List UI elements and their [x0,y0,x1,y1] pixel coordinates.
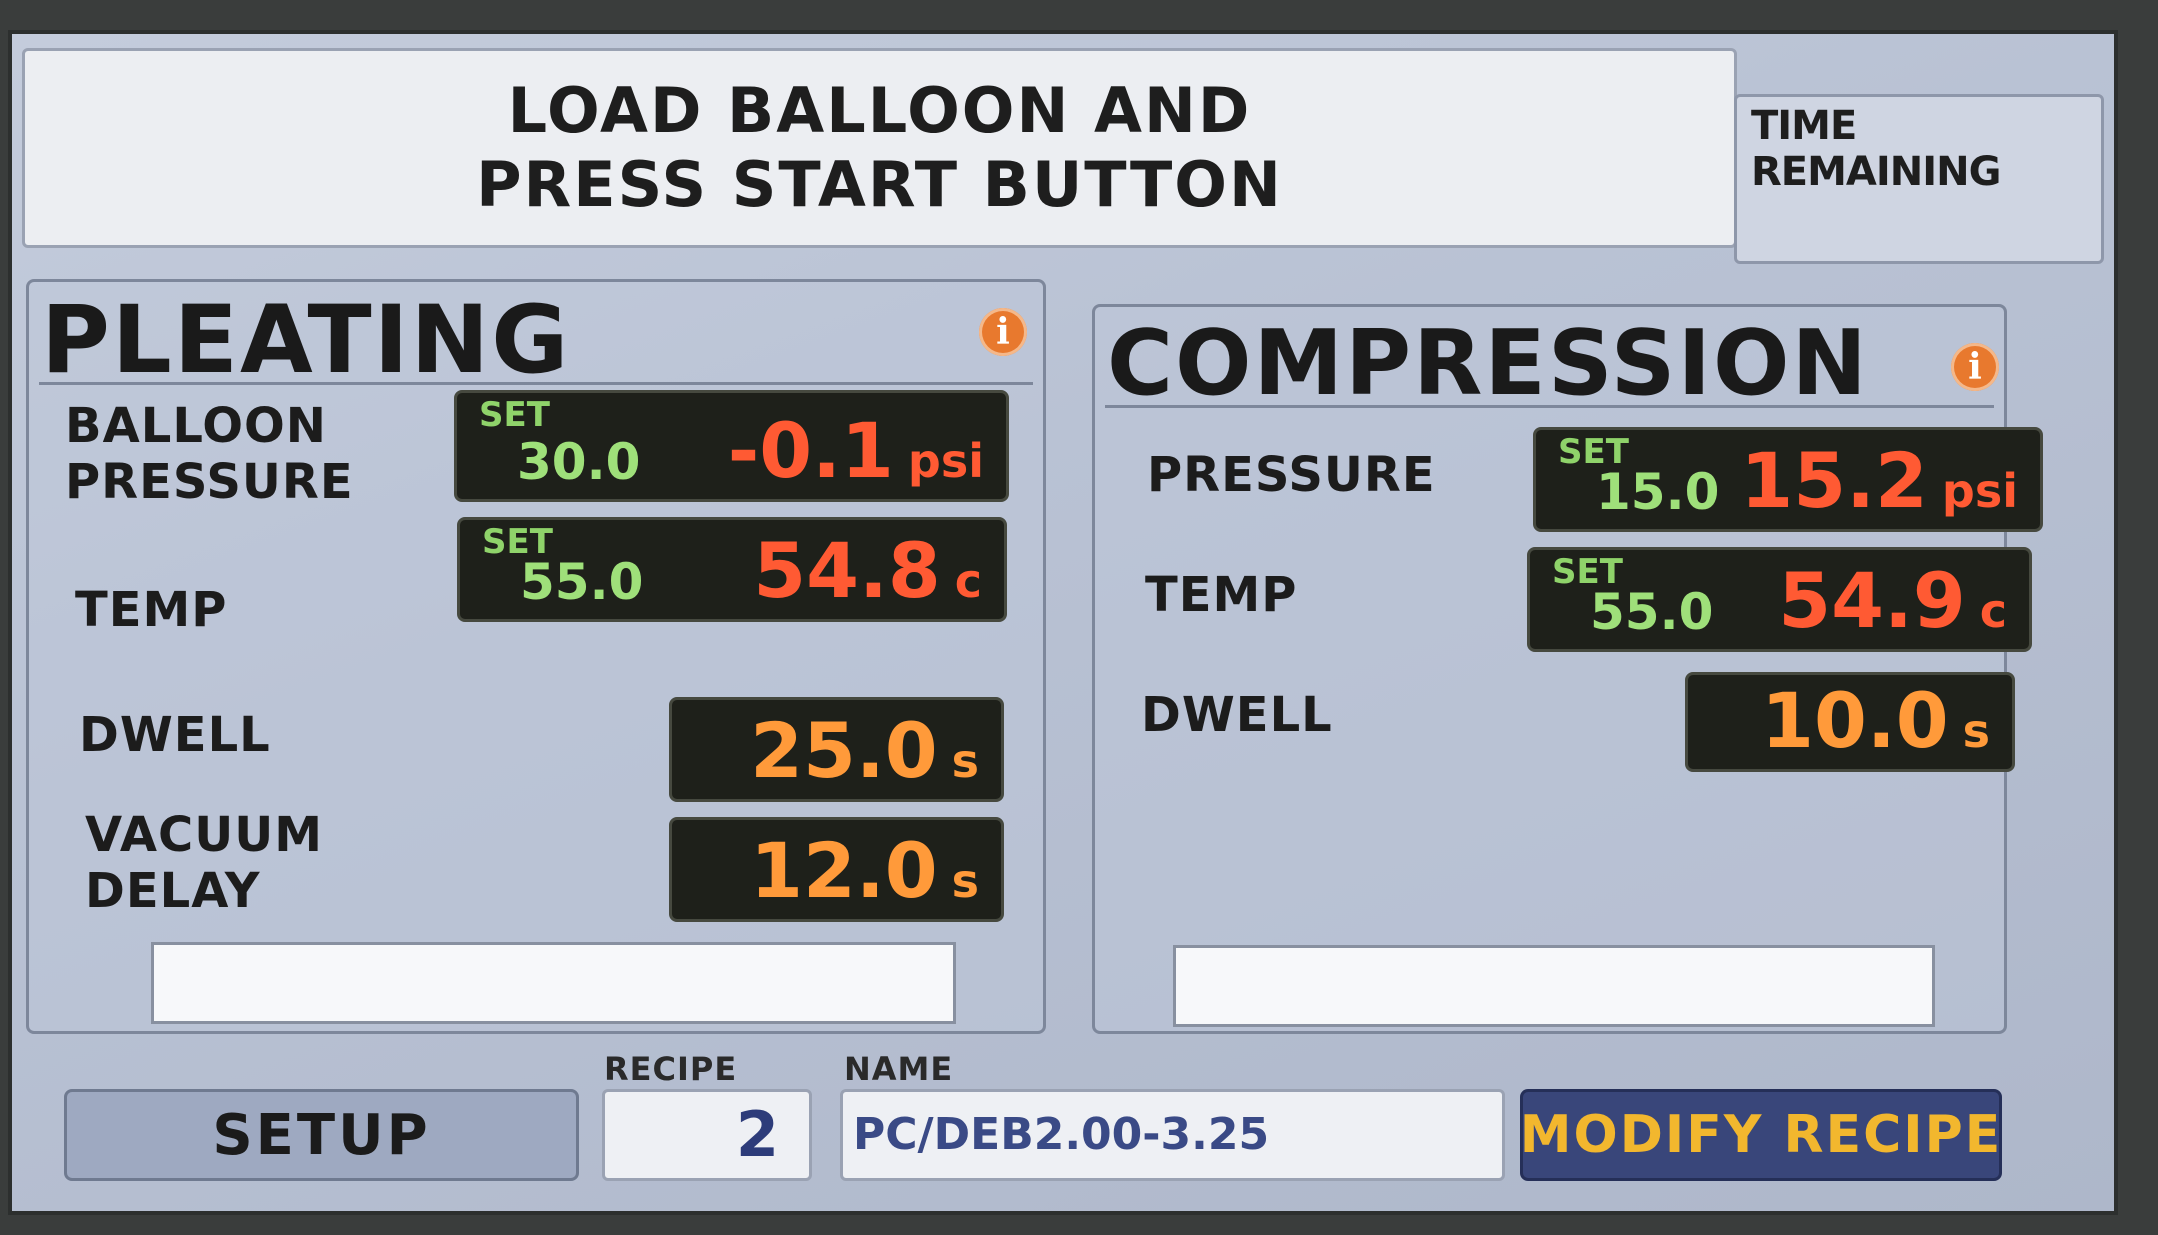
recipe-name-field[interactable]: PC/DEB2.00-3.25 [840,1089,1505,1181]
compression-dwell-label: DWELL [1141,687,1333,743]
time-remaining-label: TIME REMAINING [1751,103,2001,195]
compression-pressure-readout[interactable]: SET 15.0 15.2 psi [1533,427,2043,532]
name-label: NAME [844,1050,954,1088]
recipe-label: RECIPE [604,1050,738,1088]
pleating-temp-readout[interactable]: SET 55.0 54.8 c [457,517,1007,622]
compression-temp-actual-value: 54.9 [1778,556,1966,645]
pleating-dwell-value: 25.0 [750,706,938,795]
pleating-dwell-label: DWELL [79,707,271,763]
pleating-temp-set-value: 55.0 [520,553,644,611]
pleating-temp-unit: c [954,554,982,608]
pleating-status-field [151,942,956,1024]
setup-button[interactable]: SETUP [64,1089,579,1181]
balloon-pressure-unit: psi [907,434,984,488]
compression-pressure-set-value: 15.0 [1596,463,1720,521]
compression-pressure-actual: 15.2 psi [1740,436,2018,525]
pleating-info-icon[interactable]: i [979,308,1027,356]
pleating-dwell-unit: s [951,734,979,788]
status-message: LOAD BALLOON AND PRESS START BUTTON [22,48,1737,248]
compression-dwell-value: 10.0 [1761,676,1949,765]
balloon-pressure-label: BALLOON PRESSURE [65,398,354,510]
vacuum-delay-unit: s [951,854,979,908]
pleating-temp-actual-value: 54.8 [753,526,941,615]
vacuum-delay-label-line1: VACUUM [85,807,323,863]
pleating-panel: PLEATING i BALLOON PRESSURE SET 30.0 -0.… [26,279,1046,1034]
time-remaining-box: TIME REMAINING [1734,94,2104,264]
status-message-line1: LOAD BALLOON AND [507,74,1252,147]
balloon-pressure-label-line1: BALLOON [65,398,327,454]
compression-pressure-actual-value: 15.2 [1740,436,1928,525]
balloon-pressure-set-label: SET [479,395,550,435]
compression-dwell-readout[interactable]: 10.0 s [1685,672,2015,772]
pleating-title: PLEATING [41,286,571,395]
modify-recipe-button[interactable]: MODIFY RECIPE [1520,1089,2002,1181]
compression-temp-readout[interactable]: SET 55.0 54.9 c [1527,547,2032,652]
pleating-divider [39,382,1033,385]
compression-temp-set-value: 55.0 [1590,583,1714,641]
compression-temp-label: TEMP [1145,567,1298,623]
compression-pressure-unit: psi [1941,464,2018,518]
pleating-dwell-value-group: 25.0 s [750,706,979,795]
balloon-pressure-label-line2: PRESSURE [65,454,354,510]
compression-dwell-value-group: 10.0 s [1761,676,1990,765]
balloon-pressure-set-value: 30.0 [517,433,641,491]
vacuum-delay-value: 12.0 [750,826,938,915]
compression-info-icon[interactable]: i [1951,343,1999,391]
compression-pressure-label: PRESSURE [1147,447,1436,503]
compression-panel: COMPRESSION i PRESSURE SET 15.0 15.2 psi … [1092,304,2043,1034]
recipe-number-field[interactable]: 2 [602,1089,812,1181]
compression-temp-actual: 54.9 c [1778,556,2007,645]
compression-dwell-unit: s [1962,704,1990,758]
balloon-pressure-actual-value: -0.1 [727,406,894,495]
vacuum-delay-readout[interactable]: 12.0 s [669,817,1004,922]
vacuum-delay-value-group: 12.0 s [750,826,979,915]
compression-status-field [1173,945,1935,1027]
pleating-dwell-readout[interactable]: 25.0 s [669,697,1004,802]
hmi-screen: LOAD BALLOON AND PRESS START BUTTON TIME… [8,30,2118,1215]
balloon-pressure-readout[interactable]: SET 30.0 -0.1 psi [454,390,1009,502]
compression-temp-unit: c [1979,584,2007,638]
pleating-temp-actual: 54.8 c [753,526,982,615]
status-message-line2: PRESS START BUTTON [476,148,1283,221]
compression-title: COMPRESSION [1107,311,1869,416]
vacuum-delay-label-line2: DELAY [85,863,261,919]
pleating-temp-label: TEMP [75,582,228,638]
compression-divider [1105,405,1994,408]
balloon-pressure-actual: -0.1 psi [728,406,984,495]
vacuum-delay-label: VACUUM DELAY [85,807,323,919]
